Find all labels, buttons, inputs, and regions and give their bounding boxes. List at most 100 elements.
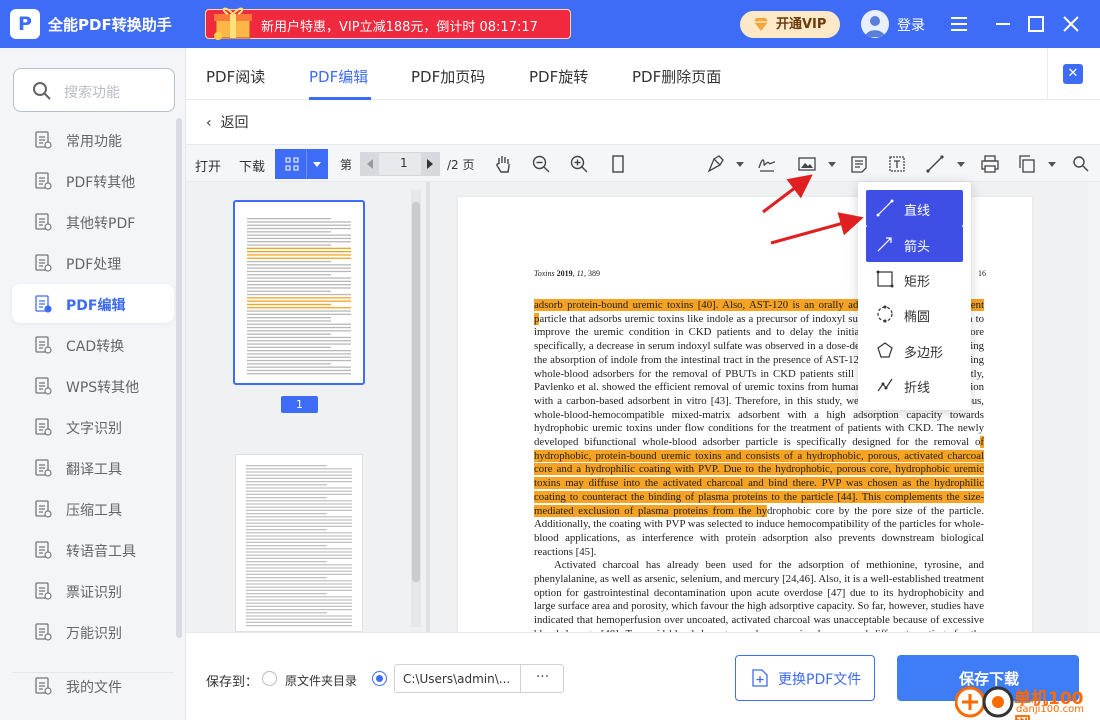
ticket-icon (35, 582, 52, 600)
sidebar-item-label: 翻译工具 (66, 462, 122, 478)
caret-down-icon[interactable] (313, 162, 321, 167)
sidebar-item-cad[interactable]: CAD转换 (12, 325, 174, 364)
browse-path-button[interactable]: ··· (520, 665, 564, 692)
open-button[interactable]: 打开 (195, 156, 221, 175)
hand-icon[interactable] (493, 154, 513, 174)
sidebar-item-speech[interactable]: 转语音工具 (12, 530, 174, 569)
sidebar-item-common-tools[interactable]: 常用功能 (12, 120, 174, 159)
zoom-out-icon[interactable] (531, 154, 551, 174)
dropdown-label: 矩形 (904, 275, 931, 290)
search-input[interactable]: 搜索功能 (13, 68, 175, 112)
sidebar-item-pdf-edit[interactable]: PDF编辑 (12, 284, 174, 323)
line-tool-icon[interactable] (925, 154, 945, 174)
signature-icon[interactable] (757, 154, 777, 174)
radio-custom-path[interactable] (372, 671, 387, 686)
tab-divider (1047, 48, 1048, 100)
pdf-convert-icon (35, 172, 52, 190)
tab-pdf-edit[interactable]: PDF编辑 (309, 66, 368, 87)
dropdown-item-polygon[interactable]: 多边形 (866, 332, 963, 368)
back-link[interactable]: ‹ 返回 (206, 112, 249, 132)
line-icon (876, 199, 894, 217)
diamond-icon (754, 18, 768, 31)
polyline-icon (877, 378, 893, 392)
prev-page-button[interactable] (361, 153, 379, 175)
tab-pdf-rotate[interactable]: PDF旋转 (529, 66, 588, 87)
minimize-icon[interactable] (991, 12, 1015, 36)
sidebar-item-label: 票证识别 (66, 585, 122, 601)
menu-icon[interactable] (947, 12, 971, 36)
avatar[interactable] (861, 10, 889, 38)
copy-caret-icon[interactable] (1048, 162, 1056, 167)
page-thumbnail-1[interactable] (233, 200, 365, 385)
output-path-field[interactable]: C:\Users\admin\... ··· (394, 664, 564, 693)
sidebar-item-universal-ocr[interactable]: 万能识别 (12, 612, 174, 651)
copy-icon[interactable] (1017, 154, 1037, 174)
download-button[interactable]: 下载 (239, 156, 265, 175)
print-icon[interactable] (980, 154, 1000, 174)
tab-pdf-read[interactable]: PDF阅读 (206, 66, 265, 87)
dropdown-item-arrow[interactable]: 箭头 (866, 226, 963, 262)
dropdown-item-ellipse[interactable]: 椭圆 (866, 296, 963, 332)
next-page-button[interactable] (421, 153, 439, 175)
sidebar-item-wps[interactable]: WPS转其他 (12, 366, 174, 405)
dropdown-item-polyline[interactable]: 折线 (866, 367, 963, 403)
dropdown-item-rectangle[interactable]: 矩形 (866, 261, 963, 297)
sidebar-item-pdf-convert[interactable]: PDF转其他 (12, 161, 174, 200)
thumbnail-view-button[interactable] (275, 149, 328, 179)
document-view: Toxins 2019, 11, 389 16 adsorb protein-b… (430, 182, 1100, 632)
sidebar-scrollbar[interactable] (176, 118, 182, 638)
page-thumbnail-2[interactable] (235, 454, 363, 632)
promo-banner[interactable]: 新用户特惠，VIP立减188元，倒计时 08:17:17 (205, 7, 571, 40)
text-box-icon[interactable] (887, 154, 907, 174)
sidebar-item-pdf-process[interactable]: PDF处理 (12, 243, 174, 282)
dropdown-label: 箭头 (904, 240, 931, 255)
pen-icon[interactable] (706, 154, 726, 174)
replace-pdf-label: 更换PDF文件 (778, 672, 862, 688)
back-label: 返回 (220, 115, 249, 131)
sidebar-item-ocr[interactable]: 文字识别 (12, 407, 174, 446)
page-1-preview (239, 206, 359, 379)
image-icon[interactable] (797, 154, 817, 174)
open-vip-button[interactable]: 开通VIP (740, 11, 840, 38)
save-to-label: 保存到： (206, 675, 259, 690)
editor-toolbar: 打开 下载 第 1 /2 页 (186, 144, 1100, 182)
sidebar-item-to-pdf[interactable]: 其他转PDF (12, 202, 174, 241)
dropdown-label: 直线 (904, 204, 931, 219)
tab-pdf-delete-page[interactable]: PDF删除页面 (632, 66, 721, 87)
add-file-icon (752, 669, 768, 687)
sidebar-item-ticket[interactable]: 票证识别 (12, 571, 174, 610)
pen-caret-icon[interactable] (736, 162, 744, 167)
shape-caret-icon[interactable] (957, 162, 965, 167)
zoom-in-icon[interactable] (569, 154, 589, 174)
current-page[interactable]: 1 (400, 156, 408, 170)
sidebar-item-label: 文字识别 (66, 421, 122, 437)
radio-source-folder[interactable] (262, 671, 277, 686)
sidebar-item-label: 转语音工具 (66, 544, 136, 560)
sidebar-item-label: CAD转换 (66, 339, 125, 355)
thumbnail-scrollbar[interactable] (411, 190, 421, 627)
vip-label: 开通VIP (776, 17, 827, 32)
chevron-left-icon: ‹ (206, 115, 221, 131)
note-icon[interactable] (849, 154, 869, 174)
tab-pdf-page-number[interactable]: PDF加页码 (411, 66, 485, 87)
promo-text: 新用户特惠，VIP立减188元，倒计时 08:17:17 (261, 20, 538, 35)
document-scrollbar[interactable] (1088, 182, 1100, 632)
scroll-thumb[interactable] (412, 202, 420, 582)
maximize-icon[interactable] (1024, 12, 1048, 36)
image-caret-icon[interactable] (828, 162, 836, 167)
login-link[interactable]: 登录 (897, 15, 925, 35)
tab-bar: PDF阅读 PDF编辑 PDF加页码 PDF旋转 PDF删除页面 ✕ (186, 48, 1100, 100)
close-tab-button[interactable]: ✕ (1063, 64, 1083, 84)
fit-page-icon[interactable] (608, 154, 628, 174)
prev-arrow-icon (367, 159, 373, 169)
close-icon[interactable] (1059, 12, 1083, 36)
sidebar-item-compress[interactable]: 压缩工具 (12, 489, 174, 528)
sidebar-item-label: 常用功能 (66, 134, 122, 150)
back-row: ‹ 返回 (186, 100, 1100, 144)
sidebar: 搜索功能 常用功能 PDF转其他 其他转PDF PDF处理 PDF编辑 CAD转换 WPS转… (0, 48, 186, 720)
translate-icon (35, 459, 52, 477)
search-doc-icon[interactable] (1071, 154, 1091, 174)
replace-pdf-button[interactable]: 更换PDF文件 (735, 655, 875, 701)
sidebar-item-translate[interactable]: 翻译工具 (12, 448, 174, 487)
dropdown-item-line[interactable]: 直线 (866, 190, 963, 226)
